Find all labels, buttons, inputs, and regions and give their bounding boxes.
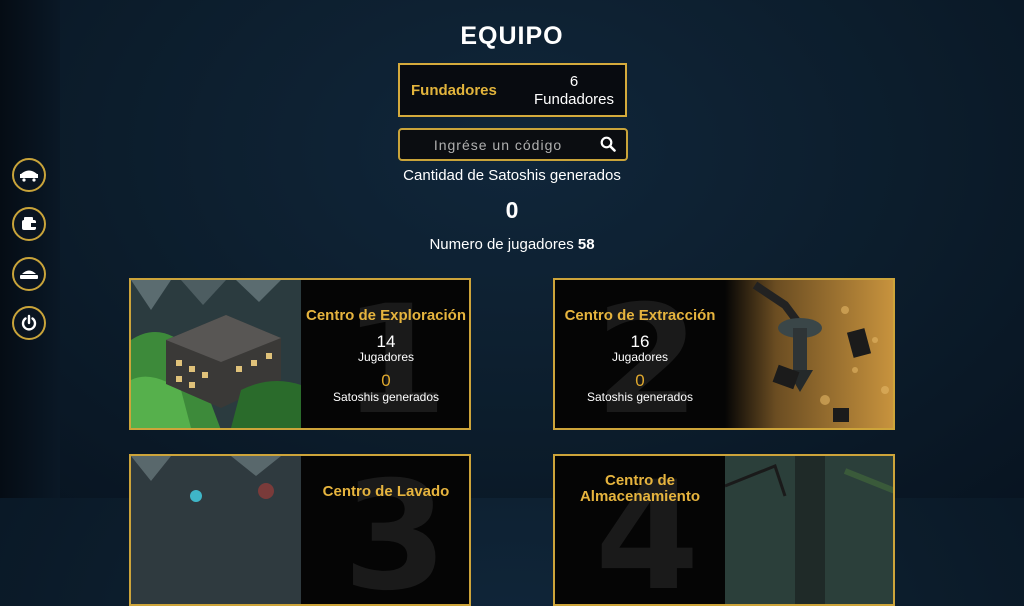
- center-players: 14: [376, 332, 396, 351]
- team-icon: [20, 270, 38, 279]
- power-icon: [21, 314, 37, 331]
- search-icon[interactable]: [600, 136, 616, 157]
- center-players-label: Jugadores: [357, 350, 415, 364]
- satoshis-value: 0: [505, 197, 519, 223]
- founders-label: Fundadores: [411, 82, 497, 99]
- sidebar-item-logout[interactable]: [12, 306, 46, 340]
- center-sats: 0: [635, 371, 645, 390]
- center-players-label: Jugadores: [611, 350, 669, 364]
- players-summary: Numero de jugadores 58: [0, 236, 1024, 253]
- center-title: Centro de Extracción: [564, 307, 716, 324]
- players-label: Numero de jugadores: [429, 236, 574, 253]
- center-sats-label: Satoshis generados: [332, 390, 440, 404]
- founders-panel: Fundadores 6 Fundadores: [398, 63, 627, 117]
- washing-artwork: [131, 456, 301, 604]
- exploration-artwork: [131, 280, 301, 428]
- center-card-washing[interactable]: 3 Centro de Lavado: [129, 454, 471, 606]
- center-title: Centro de Almacenamiento: [579, 472, 701, 505]
- center-title: Centro de Lavado: [322, 483, 450, 500]
- satoshis-label: Cantidad de Satoshis generados: [403, 167, 621, 184]
- extraction-artwork: [725, 280, 893, 428]
- center-sats: 0: [381, 371, 391, 390]
- center-card-storage[interactable]: 4 Centro de Almacenamiento: [553, 454, 895, 606]
- center-title: Centro de Exploración: [305, 307, 467, 324]
- page-title: EQUIPO: [460, 22, 564, 50]
- founders-count: 6: [569, 73, 579, 90]
- founders-unit: Fundadores: [533, 91, 615, 108]
- center-players: 16: [630, 332, 650, 351]
- center-card-exploration[interactable]: 1 Centro de Exploración 14 Jugadores 0 S…: [129, 278, 471, 430]
- players-value: 58: [577, 236, 595, 253]
- sidebar-item-team[interactable]: [12, 257, 46, 291]
- code-input[interactable]: [406, 134, 590, 156]
- storage-artwork: [725, 456, 893, 604]
- code-search: [398, 128, 628, 161]
- center-card-extraction[interactable]: 2 Centro de Extracción 16 Jugadores 0 Sa…: [553, 278, 895, 430]
- center-sats-label: Satoshis generados: [586, 390, 694, 404]
- founders-count-block: 6 Fundadores: [528, 73, 620, 109]
